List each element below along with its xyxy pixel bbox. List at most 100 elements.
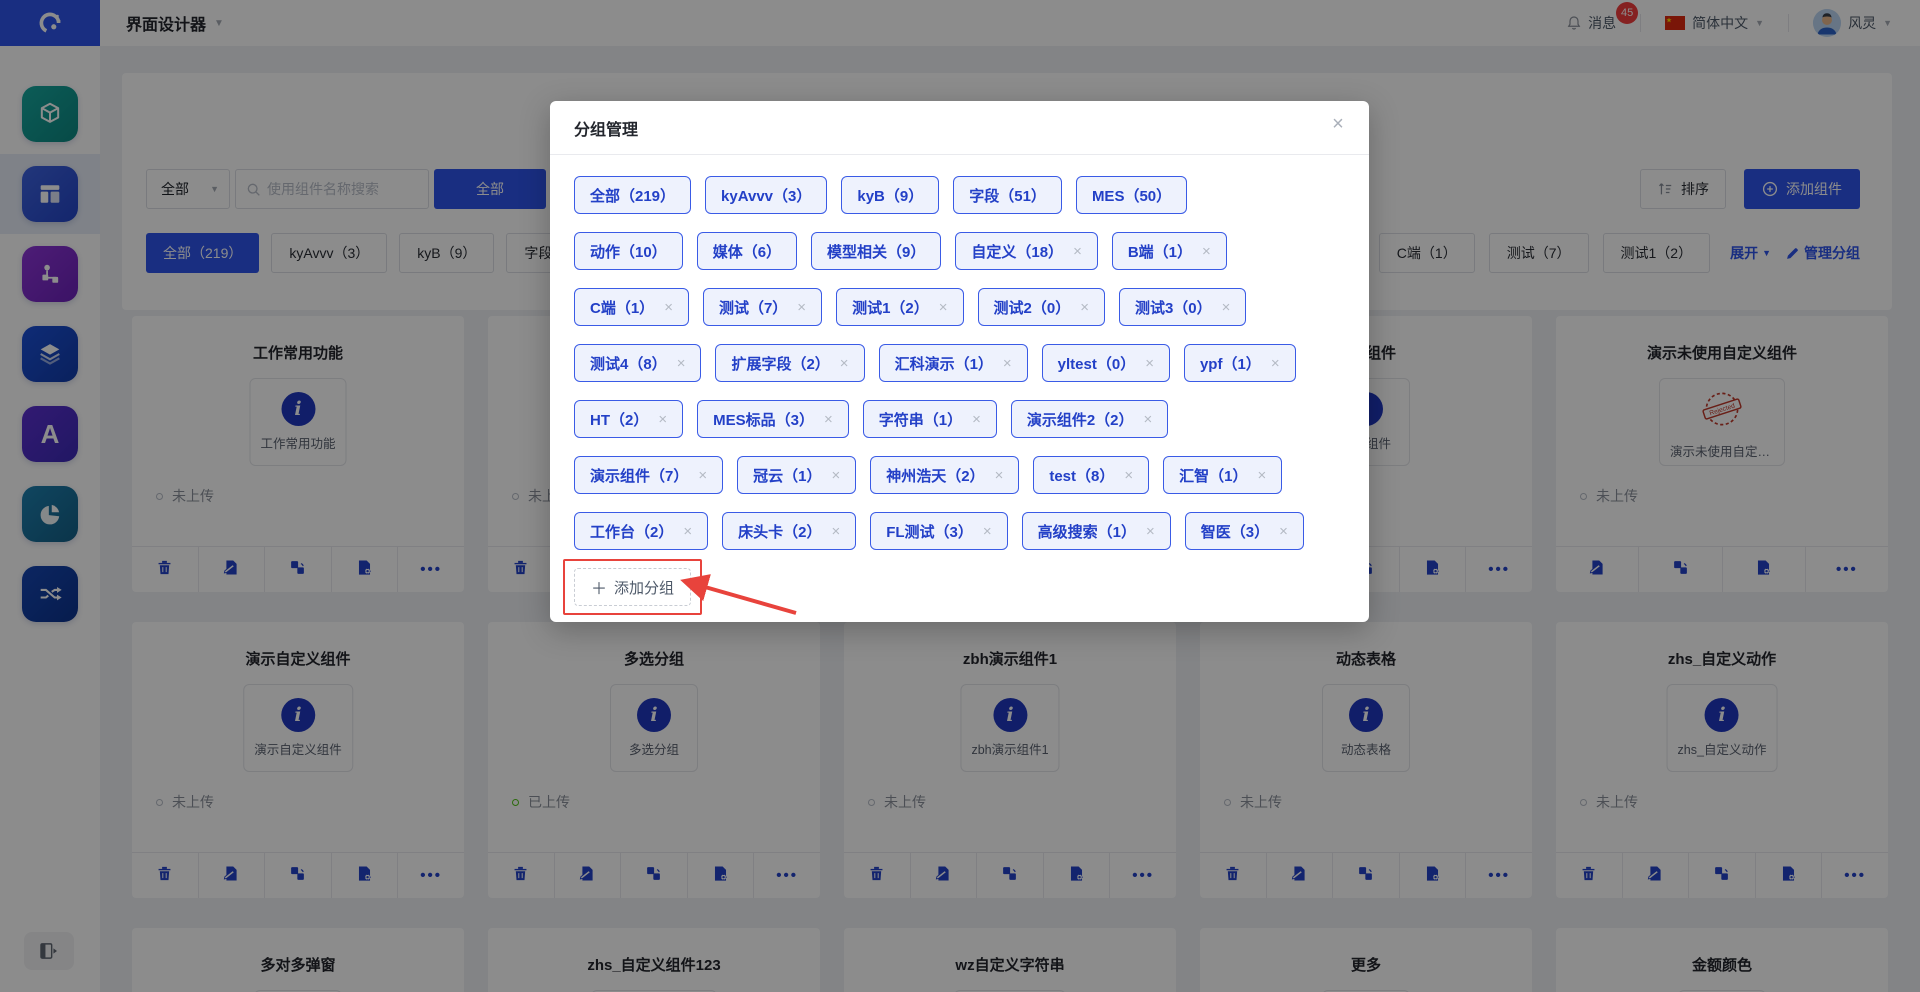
remove-group-icon[interactable]: × (831, 523, 840, 540)
group-tag-label: HT（2） (590, 409, 648, 430)
group-tag-rows: 全部（219） kyAvvv（3） kyB（9） 字段（51） MES（50） 动作（10… (574, 176, 1345, 550)
remove-group-icon[interactable]: × (824, 411, 833, 428)
group-tag-label: 演示组件（7） (590, 465, 688, 486)
modal-close-icon[interactable]: × (1325, 114, 1351, 140)
remove-group-icon[interactable]: × (1080, 299, 1089, 316)
group-tag-row: HT（2）×MES标品（3）×字符串（1）×演示组件2（2）× (574, 400, 1345, 438)
group-tag-label: 测试（7） (719, 297, 787, 318)
remove-group-icon[interactable]: × (664, 299, 673, 316)
group-tag[interactable]: kyB（9） (841, 176, 939, 214)
group-tag[interactable]: 汇智（1） × (1163, 456, 1282, 494)
group-tag-label: 汇科演示（1） (895, 353, 993, 374)
group-tag[interactable]: B端（1） × (1112, 232, 1227, 270)
group-tag[interactable]: 扩展字段（2） × (715, 344, 864, 382)
remove-group-icon[interactable]: × (797, 299, 806, 316)
group-tag-label: 扩展字段（2） (731, 353, 829, 374)
remove-group-icon[interactable]: × (677, 355, 686, 372)
remove-group-icon[interactable]: × (983, 523, 992, 540)
group-tag-row: 测试4（8）×扩展字段（2）×汇科演示（1）×yltest（0）×ypf（1）× (574, 344, 1345, 382)
group-tag-label: 字段（51） (969, 185, 1046, 206)
group-tag-label: 全部（219） (590, 185, 675, 206)
group-tag-label: 智医（3） (1201, 521, 1269, 542)
group-tag[interactable]: 测试1（2）× (836, 288, 963, 326)
group-tag-label: 测试2（0） (994, 297, 1071, 318)
group-tag[interactable]: kyAvvv（3） (705, 176, 827, 214)
group-tag-label: 神州浩天（2） (886, 465, 984, 486)
group-tag-row: 全部（219） kyAvvv（3） kyB（9） 字段（51） MES（50） (574, 176, 1345, 214)
group-tag[interactable]: 高级搜索（1） × (1022, 512, 1171, 550)
group-tag[interactable]: yltest（0） × (1042, 344, 1170, 382)
group-tag[interactable]: 冠云（1） × (737, 456, 856, 494)
remove-group-icon[interactable]: × (1257, 467, 1266, 484)
group-tag-row: C端（1）×测试（7）×测试1（2）×测试2（0）×测试3（0）× (574, 288, 1345, 326)
group-tag-row: 工作台（2） × 床头卡（2） × FL测试（3） × 高级搜索（1） × 智医（3） × (574, 512, 1345, 550)
remove-group-icon[interactable]: × (840, 355, 849, 372)
group-tag[interactable]: 演示组件2（2） × (1011, 400, 1168, 438)
group-tag-label: 冠云（1） (753, 465, 821, 486)
remove-group-icon[interactable]: × (972, 411, 981, 428)
group-tag-label: yltest（0） (1058, 353, 1136, 374)
group-tag[interactable]: ypf（1）× (1184, 344, 1296, 382)
group-tag-label: 模型相关（9） (827, 241, 925, 262)
group-tag-label: B端（1） (1128, 241, 1192, 262)
group-tag[interactable]: 字段（51） (953, 176, 1062, 214)
group-tag-label: 自定义（18） (971, 241, 1063, 262)
remove-group-icon[interactable]: × (698, 467, 707, 484)
group-tag[interactable]: 媒体（6） (697, 232, 797, 270)
remove-group-icon[interactable]: × (658, 411, 667, 428)
group-tag[interactable]: 智医（3） × (1185, 512, 1304, 550)
group-tag-label: 媒体（6） (713, 241, 781, 262)
remove-group-icon[interactable]: × (1124, 467, 1133, 484)
remove-group-icon[interactable]: × (1145, 355, 1154, 372)
group-tag[interactable]: 字符串（1）× (863, 400, 997, 438)
group-tag-label: MES标品（3） (713, 409, 814, 430)
group-tag[interactable]: 工作台（2） × (574, 512, 708, 550)
group-tag-label: 工作台（2） (590, 521, 673, 542)
group-tag[interactable]: FL测试（3） × (870, 512, 1007, 550)
add-group-label: 添加分组 (614, 577, 674, 598)
group-tag[interactable]: 模型相关（9） (811, 232, 941, 270)
remove-group-icon[interactable]: × (1003, 355, 1012, 372)
group-management-modal: 分组管理 × 全部（219） kyAvvv（3） kyB（9） 字段（51） MES（5… (550, 101, 1369, 622)
group-tag[interactable]: 神州浩天（2） × (870, 456, 1019, 494)
group-tag-label: 高级搜索（1） (1038, 521, 1136, 542)
remove-group-icon[interactable]: × (1146, 523, 1155, 540)
group-tag[interactable]: 动作（10） (574, 232, 683, 270)
remove-group-icon[interactable]: × (831, 467, 840, 484)
group-tag-label: MES（50） (1092, 185, 1171, 206)
group-tag[interactable]: 测试3（0） × (1119, 288, 1246, 326)
group-tag[interactable]: 测试（7） × (703, 288, 822, 326)
remove-group-icon[interactable]: × (1073, 243, 1082, 260)
group-tag-label: 演示组件2（2） (1027, 409, 1134, 430)
add-group-button[interactable]: ＋ 添加分组 (574, 568, 691, 606)
group-tag-label: FL测试（3） (886, 521, 973, 542)
group-tag[interactable]: MES（50） (1076, 176, 1187, 214)
remove-group-icon[interactable]: × (1222, 299, 1231, 316)
group-tag-label: 汇智（1） (1179, 465, 1247, 486)
group-tag-row: 演示组件（7） × 冠云（1） × 神州浩天（2） × test（8） × 汇智（1） × (574, 456, 1345, 494)
group-tag-label: 床头卡（2） (738, 521, 821, 542)
group-tag-label: 测试3（0） (1135, 297, 1212, 318)
group-tag[interactable]: 全部（219） (574, 176, 691, 214)
remove-group-icon[interactable]: × (1271, 355, 1280, 372)
remove-group-icon[interactable]: × (939, 299, 948, 316)
remove-group-icon[interactable]: × (1144, 411, 1153, 428)
remove-group-icon[interactable]: × (1202, 243, 1211, 260)
group-tag[interactable]: 自定义（18） × (955, 232, 1097, 270)
remove-group-icon[interactable]: × (1279, 523, 1288, 540)
group-tag[interactable]: C端（1）× (574, 288, 689, 326)
group-tag-label: test（8） (1049, 465, 1114, 486)
group-tag[interactable]: 汇科演示（1） × (879, 344, 1028, 382)
group-tag[interactable]: test（8） × (1033, 456, 1149, 494)
group-tag-row: 动作（10） 媒体（6） 模型相关（9） 自定义（18） × B端（1） × (574, 232, 1345, 270)
group-tag-label: 动作（10） (590, 241, 667, 262)
remove-group-icon[interactable]: × (683, 523, 692, 540)
modal-header: 分组管理 (550, 101, 1369, 155)
group-tag[interactable]: 测试2（0） × (978, 288, 1105, 326)
group-tag[interactable]: 演示组件（7） × (574, 456, 723, 494)
group-tag[interactable]: HT（2） × (574, 400, 683, 438)
group-tag[interactable]: 床头卡（2） × (722, 512, 856, 550)
group-tag[interactable]: MES标品（3） × (697, 400, 849, 438)
remove-group-icon[interactable]: × (995, 467, 1004, 484)
group-tag[interactable]: 测试4（8）× (574, 344, 701, 382)
